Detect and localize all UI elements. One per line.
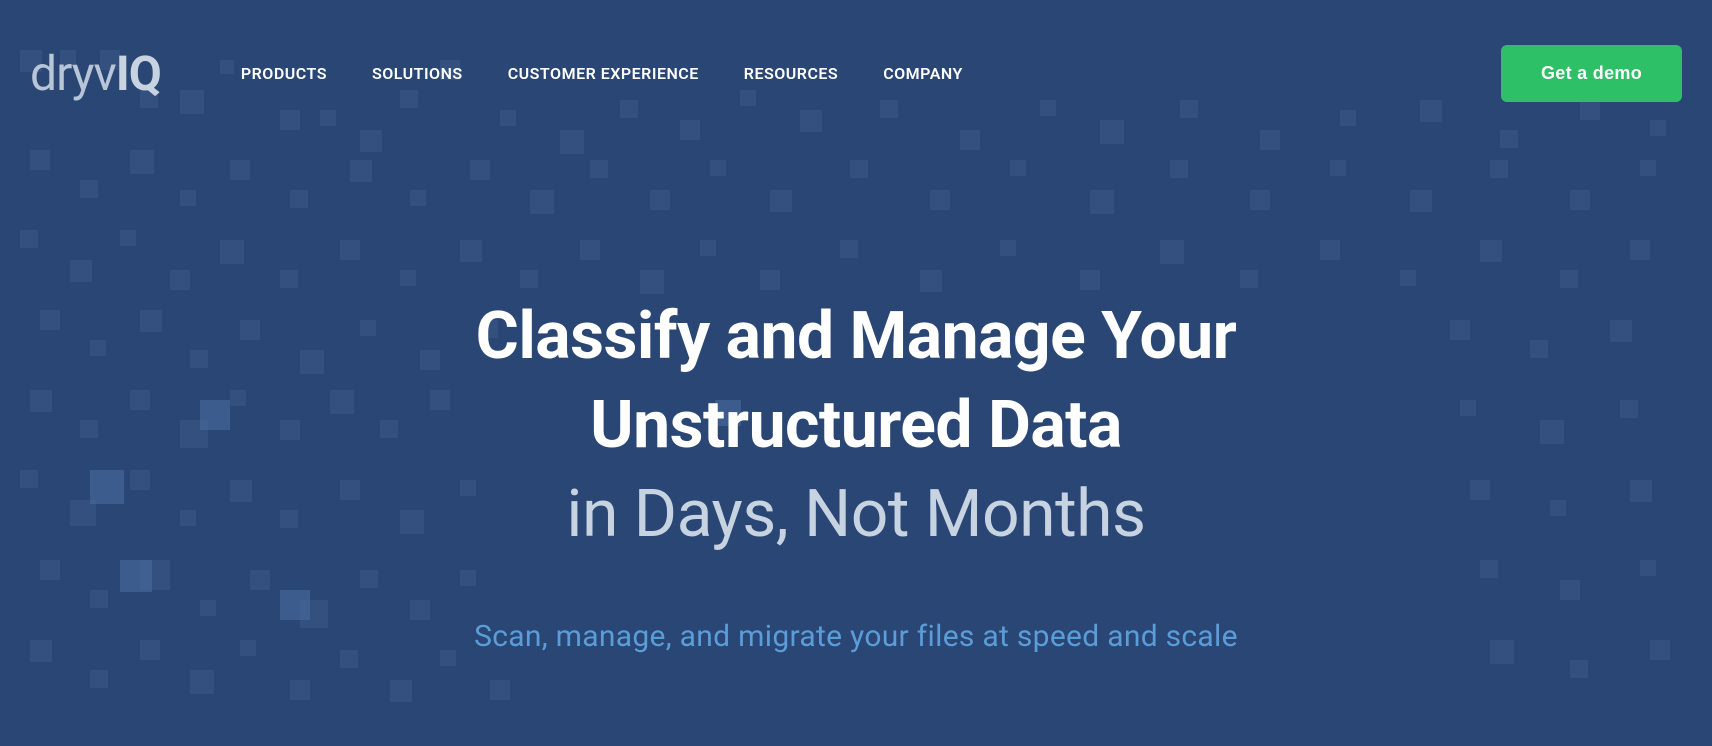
nav-products[interactable]: PRODUCTS <box>241 64 327 83</box>
nav-resources[interactable]: RESOURCES <box>744 64 838 83</box>
site-header: dryvIQ PRODUCTS SOLUTIONS CUSTOMER EXPER… <box>0 0 1712 102</box>
logo-text-part1: dryv <box>30 45 116 102</box>
hero-heading-line1: Classify and Manage Your <box>476 298 1237 375</box>
nav-solutions[interactable]: SOLUTIONS <box>372 64 463 83</box>
hero-heading: Classify and Manage Your Unstructured Da… <box>40 292 1672 559</box>
logo-text-part2: IQ <box>116 45 161 102</box>
hero-subheading: Scan, manage, and migrate your files at … <box>40 619 1672 654</box>
hero-section: Classify and Manage Your Unstructured Da… <box>0 292 1712 654</box>
hero-heading-line3: in Days, Not Months <box>566 476 1145 553</box>
get-demo-button[interactable]: Get a demo <box>1501 45 1682 102</box>
nav-customer-experience[interactable]: CUSTOMER EXPERIENCE <box>508 64 699 83</box>
hero-heading-line2: Unstructured Data <box>590 387 1122 464</box>
logo[interactable]: dryvIQ <box>30 45 161 102</box>
main-navigation: PRODUCTS SOLUTIONS CUSTOMER EXPERIENCE R… <box>241 64 1451 83</box>
nav-company[interactable]: COMPANY <box>883 64 963 83</box>
